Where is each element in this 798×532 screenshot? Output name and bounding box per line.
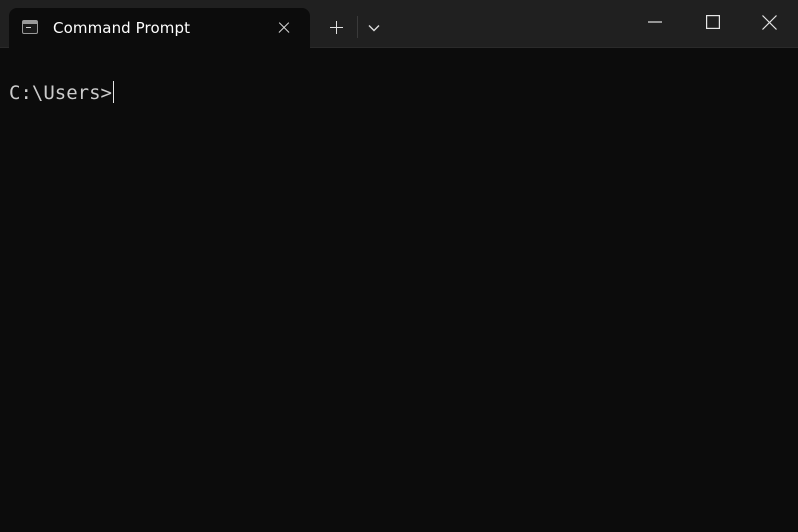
tab-dropdown-button[interactable]	[360, 12, 388, 44]
terminal-output[interactable]: C:\Users>	[0, 48, 798, 532]
tab-command-prompt[interactable]: Command Prompt	[9, 8, 310, 48]
prompt-line[interactable]: C:\Users>	[9, 81, 115, 105]
close-window-button[interactable]	[740, 0, 798, 44]
tab-close-icon[interactable]	[273, 17, 295, 39]
minimize-icon	[648, 21, 662, 23]
close-icon	[762, 15, 777, 30]
maximize-button[interactable]	[684, 0, 742, 44]
title-bar[interactable]: Command Prompt	[0, 0, 798, 48]
prompt-text: C:\Users>	[9, 82, 112, 104]
minimize-button[interactable]	[626, 0, 684, 44]
tab-title: Command Prompt	[53, 19, 191, 37]
maximize-icon	[706, 15, 720, 29]
text-cursor	[112, 81, 115, 103]
chevron-down-icon	[368, 25, 380, 32]
terminal-window: Command Prompt C:\Users>	[0, 0, 798, 532]
tab-separator	[357, 16, 358, 38]
new-tab-button[interactable]	[320, 12, 352, 44]
cmd-icon	[22, 20, 38, 34]
